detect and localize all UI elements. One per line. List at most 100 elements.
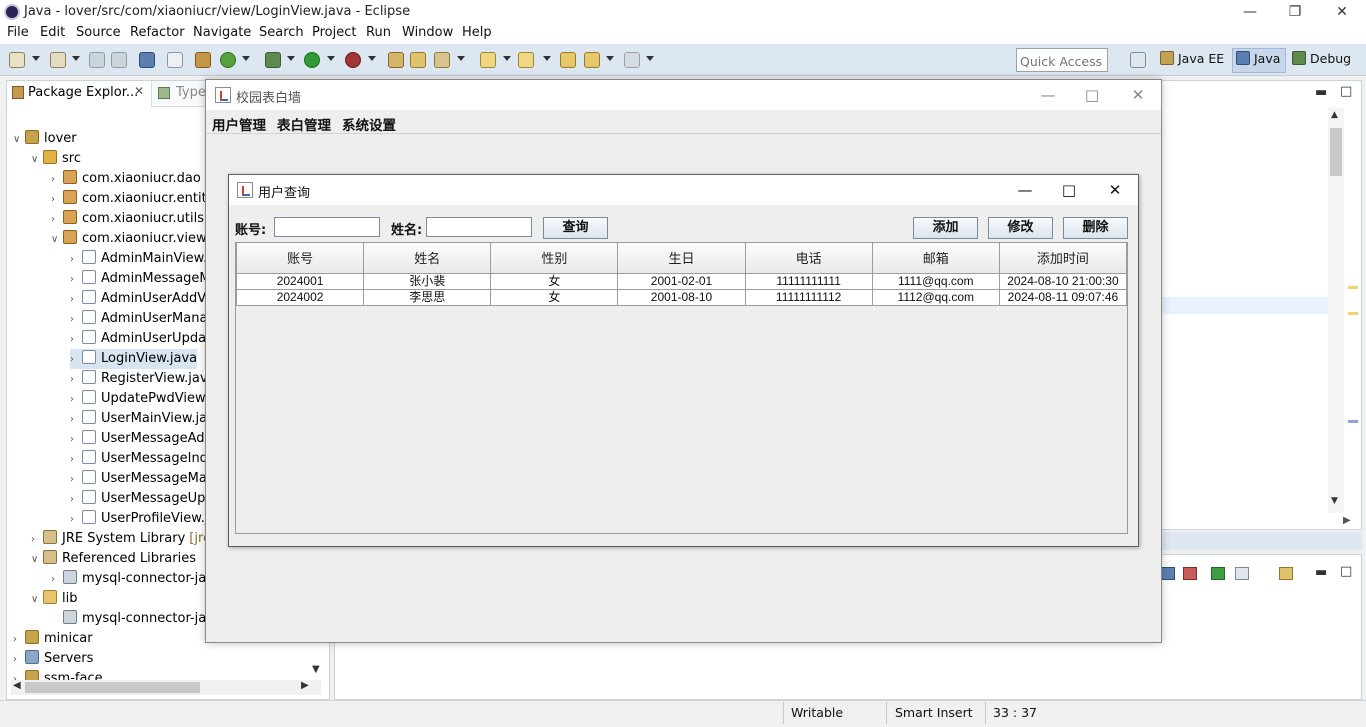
console-toolbar-icon[interactable] <box>1161 567 1175 580</box>
chevron-down-icon[interactable] <box>646 56 654 61</box>
back-icon[interactable] <box>584 52 600 68</box>
perspective-java[interactable]: Java <box>1236 51 1280 66</box>
name-input[interactable] <box>426 217 532 237</box>
delete-button[interactable]: 删除 <box>1063 217 1128 239</box>
tree-item[interactable]: › UserMessageMa <box>70 469 207 489</box>
minimize-icon[interactable]: — <box>1038 85 1058 105</box>
table-cell[interactable]: 1112@qq.com <box>871 288 1000 306</box>
maximize-icon[interactable]: □ <box>1082 85 1102 105</box>
chevron-right-icon[interactable]: › <box>70 450 82 470</box>
chevron-right-icon[interactable]: › <box>51 210 63 230</box>
chevron-down-icon[interactable]: ∨ <box>31 590 43 610</box>
menu-system-settings[interactable]: 系统设置 <box>342 114 396 134</box>
chevron-right-icon[interactable]: › <box>70 350 82 370</box>
console-icon[interactable] <box>139 52 155 68</box>
menu-help[interactable]: Help <box>462 25 492 40</box>
remove-launch-icon[interactable] <box>1183 567 1197 580</box>
chevron-down-icon[interactable] <box>503 56 511 61</box>
tree-item[interactable]: › AdminUserUpdat <box>70 329 211 349</box>
menu-source[interactable]: Source <box>76 25 121 40</box>
column-header[interactable]: 性别 <box>490 243 619 274</box>
tree-item[interactable]: › AdminUserManag <box>70 309 216 329</box>
save-icon[interactable] <box>89 52 105 68</box>
close-tab-icon[interactable]: ✕ <box>134 84 144 98</box>
last-edit-icon[interactable] <box>560 52 576 68</box>
horizontal-scrollbar[interactable]: ◀ ▶ <box>11 680 321 695</box>
chevron-down-icon[interactable]: ∨ <box>51 230 63 250</box>
tree-item[interactable]: ∨ src <box>31 149 81 169</box>
chevron-right-icon[interactable]: › <box>51 170 63 190</box>
tree-item[interactable]: › AdminMessageM <box>70 269 211 289</box>
new-icon[interactable] <box>9 52 25 68</box>
scroll-right-icon[interactable]: ▶ <box>301 680 309 691</box>
minimize-icon[interactable]: — <box>1015 180 1035 200</box>
chevron-right-icon[interactable]: › <box>51 190 63 210</box>
menu-refactor[interactable]: Refactor <box>130 25 185 40</box>
scrollbar-thumb[interactable] <box>1330 128 1342 176</box>
minimize-view-icon[interactable]: ▬ <box>1315 565 1327 580</box>
open-console-icon[interactable] <box>1279 567 1293 580</box>
scroll-down-icon[interactable]: ▼ <box>312 664 320 675</box>
previous-annotation-icon[interactable] <box>518 52 534 68</box>
tree-item[interactable]: › AdminMainView.j <box>70 249 211 269</box>
column-header[interactable]: 电话 <box>744 243 873 274</box>
table-cell[interactable]: 女 <box>490 288 619 306</box>
chevron-down-icon[interactable] <box>72 56 80 61</box>
table-cell[interactable]: 2024-08-10 21:00:30 <box>998 272 1128 290</box>
chevron-down-icon[interactable] <box>242 56 250 61</box>
chevron-right-icon[interactable]: › <box>70 330 82 350</box>
chevron-right-icon[interactable]: › <box>13 650 25 670</box>
table-row[interactable]: 2024002 李思思女 2001-08-10 11111111112 1112@qq.… <box>235 288 1128 306</box>
tree-item[interactable]: › UserMessageUpd <box>70 489 214 509</box>
quick-access-input[interactable] <box>1016 48 1108 72</box>
pen-icon[interactable] <box>434 52 450 68</box>
table-row[interactable]: 2024001 张小裴女 2001-02-01 11111111111 1111@qq.… <box>235 272 1128 290</box>
menu-confession-management[interactable]: 表白管理 <box>277 114 331 134</box>
overview-mark[interactable] <box>1348 312 1358 315</box>
tree-item[interactable]: ∨ lover <box>13 129 77 149</box>
table-cell[interactable]: 李思思 <box>363 288 492 306</box>
overview-mark[interactable] <box>1348 286 1358 289</box>
pin-console-icon[interactable] <box>1211 567 1225 580</box>
debug-icon[interactable] <box>265 52 281 68</box>
column-header[interactable]: 邮箱 <box>871 243 1000 274</box>
column-header[interactable]: 生日 <box>617 243 746 274</box>
table-cell[interactable]: 11111111112 <box>744 288 873 306</box>
chevron-down-icon[interactable] <box>457 56 465 61</box>
chevron-right-icon[interactable]: › <box>70 290 82 310</box>
edit-button[interactable]: 修改 <box>988 217 1053 239</box>
skip-breakpoints-icon[interactable] <box>167 52 183 68</box>
run-icon[interactable] <box>304 52 320 68</box>
open-folder-icon[interactable] <box>410 52 426 68</box>
chevron-right-icon[interactable]: › <box>70 490 82 510</box>
column-header[interactable]: 添加时间 <box>998 243 1128 274</box>
scroll-down-icon[interactable]: ▼ <box>1331 496 1338 506</box>
chevron-down-icon[interactable]: ∨ <box>31 150 43 170</box>
table-cell[interactable]: 张小裴 <box>363 272 492 290</box>
tree-item[interactable]: › AdminUserAddVi <box>70 289 209 309</box>
tree-item[interactable]: › UserMessageAdd <box>70 429 213 449</box>
chevron-down-icon[interactable] <box>327 56 335 61</box>
tree-item[interactable]: ∨ com.xiaoniucr.view <box>51 229 207 249</box>
menu-edit[interactable]: Edit <box>40 25 65 40</box>
menu-file[interactable]: File <box>7 25 29 40</box>
chevron-right-icon[interactable]: › <box>70 270 82 290</box>
chevron-down-icon[interactable] <box>543 56 551 61</box>
open-perspective-icon[interactable] <box>1130 52 1146 68</box>
scrollbar-thumb[interactable] <box>25 682 200 693</box>
perspective-debug[interactable]: Debug <box>1292 51 1351 66</box>
chevron-down-icon[interactable]: ∨ <box>31 550 43 570</box>
menu-window[interactable]: Window <box>402 25 453 40</box>
menu-project[interactable]: Project <box>312 25 356 40</box>
perspective-java-ee[interactable]: Java EE <box>1160 51 1224 66</box>
maximize-icon[interactable]: □ <box>1059 180 1079 200</box>
tree-item[interactable]: ∨ Referenced Libraries <box>31 549 196 569</box>
close-icon[interactable]: ✕ <box>1128 85 1148 105</box>
scroll-up-icon[interactable]: ▲ <box>1331 110 1338 120</box>
tree-item[interactable]: › UserMainView.jav <box>70 409 215 429</box>
close-icon[interactable]: ✕ <box>1105 180 1125 200</box>
editor-vertical-scrollbar[interactable]: ▲ ▼ <box>1328 108 1344 513</box>
refresh-icon[interactable] <box>220 52 236 68</box>
tree-item[interactable]: › RegisterView.java <box>70 369 216 389</box>
chevron-right-icon[interactable]: › <box>51 570 63 590</box>
